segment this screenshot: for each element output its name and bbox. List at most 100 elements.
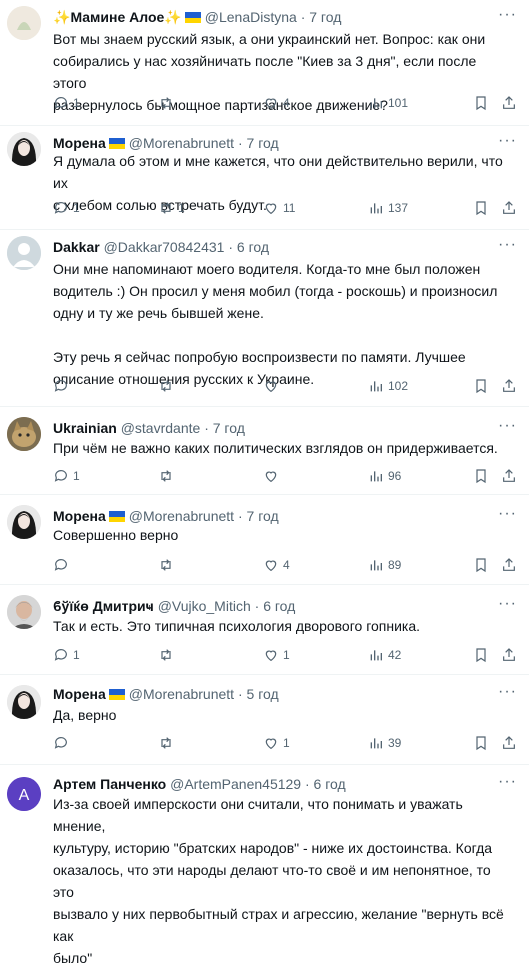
reply-button[interactable] — [53, 555, 73, 575]
share-button[interactable] — [501, 93, 517, 113]
more-options-icon[interactable]: ··· — [498, 236, 517, 254]
views-icon — [370, 471, 382, 482]
timestamp[interactable]: 7 год — [309, 9, 341, 25]
like-button[interactable]: 4 — [263, 555, 290, 575]
share-button[interactable] — [501, 466, 517, 486]
more-options-icon[interactable]: ··· — [498, 505, 517, 523]
views-button[interactable]: 101 — [368, 93, 408, 113]
avatar[interactable] — [7, 595, 41, 629]
post-text: При чём не важно каких политических взгл… — [53, 440, 498, 456]
avatar[interactable] — [7, 685, 41, 719]
heart-icon — [265, 738, 277, 750]
bookmark-button[interactable] — [473, 93, 489, 113]
bookmark-icon — [476, 379, 486, 394]
author-handle[interactable]: @Morenabrunett — [129, 135, 234, 151]
share-button[interactable] — [501, 198, 517, 218]
reply-button[interactable]: 1 — [53, 645, 80, 665]
repost-button[interactable] — [158, 93, 178, 113]
avatar[interactable]: A — [7, 777, 41, 811]
timestamp[interactable]: 6 год — [237, 239, 269, 255]
share-button[interactable] — [501, 645, 517, 665]
timestamp[interactable]: 6 год — [314, 776, 346, 792]
like-button[interactable]: 1 — [263, 733, 290, 753]
author-handle[interactable]: @Morenabrunett — [129, 508, 234, 524]
share-button[interactable] — [501, 733, 517, 753]
author-name[interactable]: ϐўїќɵ Дмитриҹ — [53, 598, 154, 614]
share-button[interactable] — [501, 376, 517, 396]
post-text: Так и есть. Это типичная психология двор… — [53, 618, 421, 634]
more-options-icon[interactable]: ··· — [498, 6, 517, 24]
author-name[interactable]: Морена — [53, 686, 106, 702]
reply-button[interactable]: 1 — [53, 466, 80, 486]
view-count: 89 — [388, 558, 402, 572]
avatar[interactable] — [7, 417, 41, 451]
avatar[interactable] — [7, 132, 41, 166]
views-button[interactable]: 137 — [368, 198, 408, 218]
bookmark-button[interactable] — [473, 733, 489, 753]
more-options-icon[interactable]: ··· — [498, 773, 517, 791]
share-button[interactable] — [501, 555, 517, 575]
views-button[interactable]: 39 — [368, 733, 401, 753]
timestamp[interactable]: 5 год — [247, 686, 279, 702]
more-options-icon[interactable]: ··· — [498, 132, 517, 150]
views-button[interactable]: 96 — [368, 466, 401, 486]
timestamp[interactable]: 7 год — [247, 508, 279, 524]
avatar[interactable] — [7, 236, 41, 270]
author-name[interactable]: Dakkar — [53, 239, 100, 255]
action-bar: 4 89 — [53, 555, 519, 575]
like-count: 1 — [283, 648, 290, 662]
author-handle[interactable]: @LenaDistyna — [205, 9, 297, 25]
repost-button[interactable] — [158, 733, 178, 753]
more-options-icon[interactable]: ··· — [498, 417, 517, 435]
reply-button[interactable] — [53, 376, 73, 396]
share-icon — [503, 201, 515, 214]
repost-button[interactable] — [158, 645, 178, 665]
bookmark-button[interactable] — [473, 645, 489, 665]
repost-button[interactable] — [158, 466, 178, 486]
timestamp[interactable]: 7 год — [247, 135, 279, 151]
like-button[interactable]: 4 — [263, 93, 290, 113]
author-name[interactable]: Ukrainian — [53, 420, 117, 436]
author-handle[interactable]: @Vujko_Mitich — [158, 598, 251, 614]
reply-button[interactable]: 1 — [53, 93, 80, 113]
reply-count: 1 — [73, 469, 80, 483]
avatar[interactable] — [7, 505, 41, 539]
author-handle[interactable]: @ArtemPanen45129 — [170, 776, 301, 792]
like-button[interactable]: 1 — [263, 645, 290, 665]
bookmark-button[interactable] — [473, 555, 489, 575]
author-handle[interactable]: @Dakkar70842431 — [104, 239, 225, 255]
repost-icon — [161, 737, 171, 749]
bookmark-icon — [476, 736, 486, 751]
bookmark-button[interactable] — [473, 376, 489, 396]
more-options-icon[interactable]: ··· — [498, 683, 517, 701]
author-name[interactable]: Морена — [53, 135, 106, 151]
avatar[interactable] — [7, 6, 41, 40]
action-bar: 1 1 42 — [53, 645, 519, 665]
view-count: 42 — [388, 648, 402, 662]
bookmark-icon — [476, 558, 486, 573]
views-button[interactable]: 42 — [368, 645, 401, 665]
author-name[interactable]: Артем Панченко — [53, 776, 166, 792]
more-options-icon[interactable]: ··· — [498, 595, 517, 613]
bookmark-button[interactable] — [473, 466, 489, 486]
author-handle[interactable]: @Morenabrunett — [129, 686, 234, 702]
timestamp[interactable]: 7 год — [213, 420, 245, 436]
like-button[interactable]: 11 — [263, 198, 295, 218]
like-count: 4 — [283, 96, 290, 110]
views-button[interactable]: 102 — [368, 376, 408, 396]
author-name[interactable]: Морена — [53, 508, 106, 524]
post: Морена @Morenabrunett · 7 год ··· Я думал… — [0, 126, 529, 229]
view-count: 101 — [388, 96, 409, 110]
repost-button[interactable] — [158, 555, 178, 575]
reply-button[interactable] — [53, 733, 73, 753]
bookmark-button[interactable] — [473, 198, 489, 218]
repost-button[interactable]: 1 — [158, 198, 185, 218]
repost-button[interactable] — [158, 376, 178, 396]
timestamp[interactable]: 6 год — [263, 598, 295, 614]
author-name[interactable]: Мамине Алое — [70, 9, 164, 25]
reply-button[interactable]: 1 — [53, 198, 80, 218]
author-handle[interactable]: @stavrdante — [121, 420, 201, 436]
views-button[interactable]: 89 — [368, 555, 401, 575]
like-button[interactable] — [263, 376, 283, 396]
like-button[interactable] — [263, 466, 283, 486]
